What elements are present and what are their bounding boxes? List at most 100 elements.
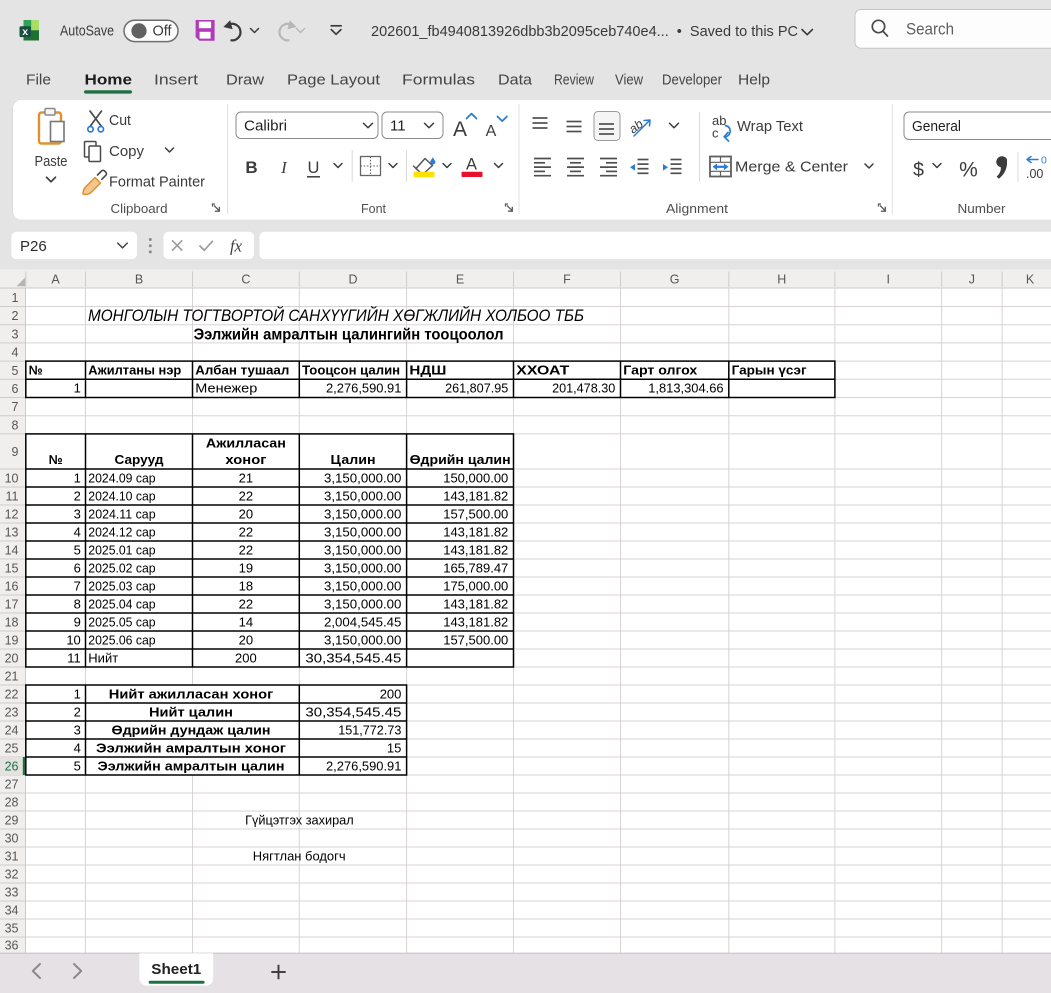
- svg-text:20: 20: [5, 652, 19, 666]
- svg-text:H: H: [777, 273, 786, 287]
- svg-text:143,181.82: 143,181.82: [443, 488, 508, 503]
- svg-text:Өдрийн дундаж цалин: Өдрийн дундаж цалин: [112, 722, 271, 737]
- svg-text:ХХОАТ: ХХОАТ: [516, 362, 569, 377]
- svg-text:3,150,000.00: 3,150,000.00: [324, 506, 401, 521]
- svg-text:Гарт олгох: Гарт олгох: [623, 362, 698, 377]
- svg-text:19: 19: [239, 560, 253, 575]
- svg-text:Өдрийн цалин: Өдрийн цалин: [410, 452, 511, 467]
- svg-text:200: 200: [380, 686, 402, 701]
- svg-text:№: №: [29, 362, 43, 377]
- svg-text:3,150,000.00: 3,150,000.00: [324, 560, 401, 575]
- svg-text:%: %: [959, 159, 978, 182]
- svg-text:5: 5: [12, 364, 19, 378]
- svg-text:C: C: [241, 273, 250, 287]
- svg-text:14: 14: [239, 614, 253, 629]
- svg-text:23: 23: [5, 706, 19, 720]
- svg-text:№: №: [49, 452, 63, 467]
- svg-text:2: 2: [74, 488, 81, 503]
- svg-text:Гүйцэтгэх захирал: Гүйцэтгэх захирал: [245, 812, 354, 827]
- svg-text:2: 2: [74, 704, 81, 719]
- svg-text:Insert: Insert: [154, 72, 199, 89]
- svg-text:18: 18: [239, 578, 253, 593]
- svg-text:c: c: [712, 126, 719, 141]
- svg-text:15: 15: [5, 562, 19, 576]
- svg-text:2024.12 сар: 2024.12 сар: [88, 524, 155, 539]
- svg-text:хоног: хоног: [225, 452, 267, 467]
- svg-text:Цалин: Цалин: [331, 452, 376, 467]
- svg-text:J: J: [969, 273, 975, 287]
- svg-text:I: I: [886, 273, 889, 287]
- svg-text:33: 33: [5, 886, 19, 900]
- svg-text:Clipboard: Clipboard: [111, 202, 168, 216]
- svg-text:10: 10: [5, 472, 19, 486]
- svg-text:3,150,000.00: 3,150,000.00: [324, 578, 401, 593]
- svg-text:3,150,000.00: 3,150,000.00: [324, 524, 401, 539]
- svg-text:Cut: Cut: [109, 113, 131, 129]
- svg-text:Help: Help: [738, 72, 770, 89]
- svg-text:261,807.95: 261,807.95: [445, 381, 508, 396]
- svg-text:9: 9: [74, 614, 81, 629]
- svg-text:21: 21: [5, 670, 19, 684]
- svg-text:30: 30: [5, 832, 19, 846]
- svg-text:2024.09 сар: 2024.09 сар: [88, 470, 155, 485]
- svg-text:15: 15: [387, 740, 401, 755]
- svg-text:P26: P26: [20, 238, 47, 255]
- svg-text:22: 22: [239, 596, 253, 611]
- svg-text:2025.03 сар: 2025.03 сар: [88, 578, 155, 593]
- svg-text:2024.10 сар: 2024.10 сар: [88, 488, 155, 503]
- svg-text:4: 4: [74, 740, 81, 755]
- svg-text:Format Painter: Format Painter: [109, 175, 205, 191]
- svg-text:2,276,590.91: 2,276,590.91: [326, 758, 401, 773]
- svg-text:11: 11: [6, 490, 19, 504]
- svg-text:Page Layout: Page Layout: [287, 72, 381, 89]
- svg-text:22: 22: [5, 688, 19, 702]
- svg-text:1: 1: [74, 686, 81, 701]
- svg-text:4: 4: [12, 346, 19, 360]
- svg-text:Draw: Draw: [226, 72, 264, 89]
- svg-text:3: 3: [74, 722, 81, 737]
- svg-text:28: 28: [5, 796, 19, 810]
- svg-text:3,150,000.00: 3,150,000.00: [324, 470, 401, 485]
- svg-text:5: 5: [74, 542, 81, 557]
- svg-text:Formulas: Formulas: [402, 72, 475, 89]
- svg-text:9: 9: [12, 445, 19, 459]
- svg-text:Тооцсон цалин: Тооцсон цалин: [302, 362, 400, 377]
- svg-text:K: K: [1026, 273, 1035, 287]
- svg-text:Нягтлан бодогч: Нягтлан бодогч: [253, 848, 346, 863]
- svg-text:17: 17: [5, 598, 19, 612]
- svg-text:0: 0: [1041, 155, 1047, 167]
- svg-text:Ажилтаны нэр: Ажилтаны нэр: [88, 362, 181, 377]
- svg-text:View: View: [615, 72, 643, 89]
- svg-text:3,150,000.00: 3,150,000.00: [324, 596, 401, 611]
- svg-text:14: 14: [5, 544, 19, 558]
- svg-text:2: 2: [12, 309, 19, 323]
- svg-text:1: 1: [74, 381, 81, 396]
- svg-text:202601_fb4940813926dbb3b2095ce: 202601_fb4940813926dbb3b2095ceb740e4... …: [371, 23, 798, 40]
- svg-text:16: 16: [5, 580, 19, 594]
- svg-text:Alignment: Alignment: [666, 202, 729, 216]
- svg-text:Off: Off: [153, 24, 173, 40]
- svg-text:18: 18: [5, 616, 19, 630]
- svg-text:1,813,304.66: 1,813,304.66: [648, 381, 723, 396]
- svg-text:2025.04 сар: 2025.04 сар: [88, 596, 155, 611]
- svg-text:A: A: [453, 118, 467, 141]
- svg-text:Home: Home: [85, 72, 133, 89]
- svg-text:25: 25: [5, 742, 19, 756]
- svg-text:5: 5: [74, 758, 81, 773]
- svg-text:A: A: [466, 156, 477, 174]
- svg-text:22: 22: [239, 524, 253, 539]
- svg-text:Нийт: Нийт: [88, 650, 118, 665]
- svg-text:26: 26: [5, 760, 19, 774]
- svg-text:2025.01 сар: 2025.01 сар: [88, 542, 155, 557]
- svg-text:Number: Number: [958, 202, 1006, 216]
- svg-text:Wrap Text: Wrap Text: [737, 119, 803, 135]
- svg-text:4: 4: [74, 524, 81, 539]
- svg-text:B: B: [245, 158, 257, 177]
- svg-text:22: 22: [239, 488, 253, 503]
- svg-text:Нийт цалин: Нийт цалин: [149, 704, 233, 719]
- svg-text:$: $: [913, 159, 924, 181]
- svg-text:G: G: [670, 273, 680, 287]
- svg-text:31: 31: [5, 850, 19, 864]
- svg-text:21: 21: [239, 470, 253, 485]
- svg-text:157,500.00: 157,500.00: [443, 632, 508, 647]
